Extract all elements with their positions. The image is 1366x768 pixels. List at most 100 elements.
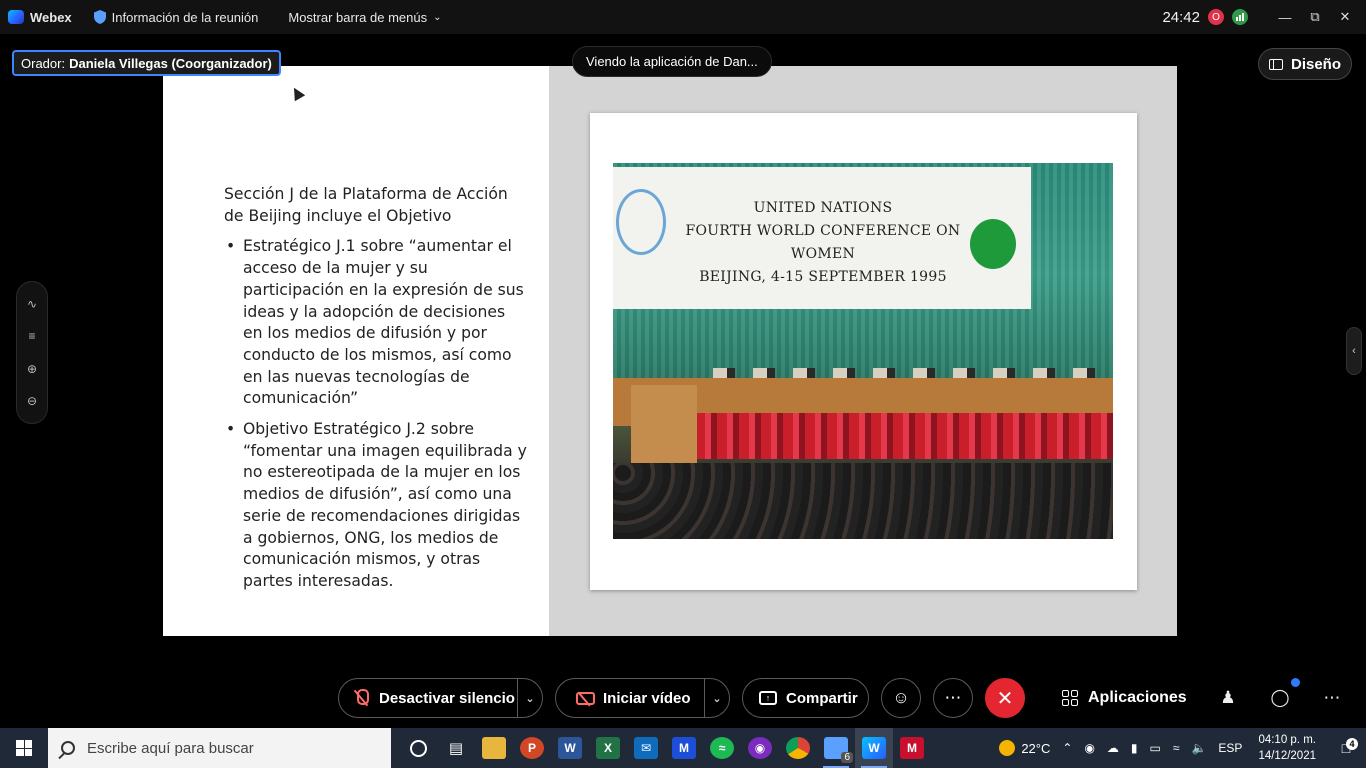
flower-arrangement xyxy=(673,413,1113,459)
mail-icon: ✉ xyxy=(634,737,658,759)
start-video-button[interactable]: Iniciar vídeo ⌄ xyxy=(555,678,730,718)
ellipsis-icon: ⋯ xyxy=(944,688,962,707)
more-options-button[interactable]: ⋯ xyxy=(933,678,973,718)
slide-image-panel: UNITED NATIONS FOURTH WORLD CONFERENCE O… xyxy=(549,66,1177,636)
onedrive-cloud-icon[interactable]: ☁ xyxy=(1101,741,1125,755)
restore-icon[interactable]: ⧉ xyxy=(1300,0,1330,34)
banner-line: FOURTH WORLD CONFERENCE ON WOMEN xyxy=(685,223,961,262)
system-tray: 22°C ⌃ ◉ ☁ ▮ ▭ ≈ 🔈 ESP 04:10 p. m. 14/12… xyxy=(993,728,1366,768)
spotify-button[interactable]: ≈ xyxy=(703,728,741,768)
apps-button[interactable]: Aplicaciones xyxy=(1062,678,1187,718)
input-language[interactable]: ESP xyxy=(1212,741,1248,755)
meeting-info-label: Información de la reunión xyxy=(111,9,259,25)
shield-icon xyxy=(93,10,106,24)
remote-control-icon[interactable]: ≡ xyxy=(24,328,40,344)
participants-button[interactable]: ♟ xyxy=(1213,678,1243,718)
slide-intro: Sección J de la Plataforma de Acción de … xyxy=(224,185,508,225)
meeting-info-button[interactable]: Información de la reunión xyxy=(93,9,259,25)
slide-bullet: Objetivo Estratégico J.2 sobre “fomentar… xyxy=(224,419,528,593)
show-menu-bar-label: Mostrar barra de menús xyxy=(288,9,428,25)
unmute-button[interactable]: Desactivar silencio ⌄ xyxy=(338,678,543,718)
sun-icon xyxy=(999,740,1016,756)
action-center-button[interactable]: □ 4 xyxy=(1326,738,1366,756)
chat-unread-dot xyxy=(1291,678,1300,687)
audio-options-chevron-icon[interactable]: ⌄ xyxy=(518,692,542,705)
show-menu-bar-button[interactable]: Mostrar barra de menús ⌄ xyxy=(288,10,441,25)
active-speaker-badge: Orador: Daniela Villegas (Coorganizador) xyxy=(12,50,281,76)
meeting-controls: Desactivar silencio ⌄ Iniciar vídeo ⌄ ↑ … xyxy=(0,668,1366,728)
chevron-up-icon[interactable]: ⌃ xyxy=(1056,741,1078,755)
weather-widget[interactable]: 22°C xyxy=(993,740,1056,756)
app-button[interactable]: M xyxy=(665,728,703,768)
taskbar-apps: ▤ P W X ✉ M ≈ ◉ 6 W M xyxy=(399,728,931,768)
taskbar-clock[interactable]: 04:10 p. m. 14/12/2021 xyxy=(1248,732,1326,764)
banner-line: BEIJING, 4-15 SEPTEMBER 1995 xyxy=(699,269,947,285)
annotation-toolbar: ∿ ≡ ⊕ ⊖ xyxy=(16,281,48,424)
reactions-button[interactable]: ☺ xyxy=(881,678,921,718)
excel-button[interactable]: X xyxy=(589,728,627,768)
close-icon[interactable]: ✕ xyxy=(1330,0,1360,34)
share-icon: ↑ xyxy=(759,691,777,705)
microphone-icon[interactable]: ▮ xyxy=(1125,741,1144,755)
photo-frame: UNITED NATIONS FOURTH WORLD CONFERENCE O… xyxy=(590,113,1137,590)
search-placeholder: Escribe aquí para buscar xyxy=(87,739,254,757)
video-options-chevron-icon[interactable]: ⌄ xyxy=(705,692,729,705)
cortana-button[interactable] xyxy=(399,728,437,768)
powerpoint-icon: P xyxy=(520,737,544,759)
headphones-icon: ◉ xyxy=(748,737,772,759)
meeting-timer: 24:42 xyxy=(1162,8,1200,26)
clock-time: 04:10 p. m. xyxy=(1258,734,1316,746)
slide-bullet: Estratégico J.1 sobre “aumentar el acces… xyxy=(224,236,528,410)
mouse-cursor-icon xyxy=(288,84,306,102)
app-name: Webex xyxy=(30,9,72,25)
layout-icon xyxy=(1268,58,1283,70)
webex-taskbar-button[interactable]: W xyxy=(855,728,893,768)
speaker-name: Daniela Villegas (Coorganizador) xyxy=(69,55,272,71)
mail-button[interactable]: ✉ xyxy=(627,728,665,768)
search-icon xyxy=(61,741,75,755)
camera-off-icon xyxy=(576,691,595,705)
zoom-out-icon[interactable]: ⊖ xyxy=(24,393,40,409)
battery-icon[interactable]: ▭ xyxy=(1144,741,1167,755)
more-panels-button[interactable]: ⋯ xyxy=(1317,678,1347,718)
side-panel-toggle[interactable]: ‹ xyxy=(1346,327,1362,375)
powerpoint-button[interactable]: P xyxy=(513,728,551,768)
layout-button[interactable]: Diseño xyxy=(1257,48,1352,80)
shared-slide: Sección J de la Plataforma de Acción de … xyxy=(163,66,1177,636)
leave-meeting-button[interactable]: ✕ xyxy=(985,678,1025,718)
chrome-button[interactable] xyxy=(779,728,817,768)
chat-bubble-icon: ◯ xyxy=(1270,688,1290,707)
start-button[interactable] xyxy=(0,728,48,768)
cortana-icon xyxy=(409,739,427,757)
files-group-button[interactable]: 6 xyxy=(817,728,855,768)
webex-logo-icon xyxy=(8,10,24,24)
audience xyxy=(613,463,1113,539)
unmute-label: Desactivar silencio xyxy=(379,689,515,707)
taskbar-search[interactable]: Escribe aquí para buscar xyxy=(48,728,391,768)
chevron-left-icon: ‹ xyxy=(1352,345,1356,357)
ellipsis-icon: ⋯ xyxy=(1323,688,1341,707)
viewing-label: Viendo la aplicación de Dan... xyxy=(586,54,758,69)
slide-text-panel: Sección J de la Plataforma de Acción de … xyxy=(163,66,549,636)
apps-label: Aplicaciones xyxy=(1088,689,1187,706)
zoom-in-icon[interactable]: ⊕ xyxy=(24,361,40,377)
minimize-icon[interactable]: — xyxy=(1270,0,1300,34)
task-view-button[interactable]: ▤ xyxy=(437,728,475,768)
recording-indicator-icon[interactable]: O xyxy=(1208,9,1224,25)
audio-app-button[interactable]: ◉ xyxy=(741,728,779,768)
wifi-icon[interactable]: ≈ xyxy=(1167,741,1186,755)
volume-icon[interactable]: 🔈 xyxy=(1185,741,1212,755)
share-button[interactable]: ↑ Compartir xyxy=(742,678,869,718)
annotate-pen-icon[interactable]: ∿ xyxy=(24,296,40,312)
chevron-down-icon: ⌄ xyxy=(433,11,442,23)
webcam-icon[interactable]: ◉ xyxy=(1078,741,1100,755)
network-health-icon[interactable] xyxy=(1232,9,1248,25)
notification-count: 4 xyxy=(1346,738,1358,750)
file-explorer-button[interactable] xyxy=(475,728,513,768)
chrome-icon xyxy=(786,737,810,759)
mcafee-button[interactable]: M xyxy=(893,728,931,768)
webex-app-menu[interactable]: Webex xyxy=(8,10,72,25)
title-bar: Webex Información de la reunión Mostrar … xyxy=(0,0,1366,34)
word-button[interactable]: W xyxy=(551,728,589,768)
viewing-application-pill[interactable]: Viendo la aplicación de Dan... xyxy=(572,46,772,77)
